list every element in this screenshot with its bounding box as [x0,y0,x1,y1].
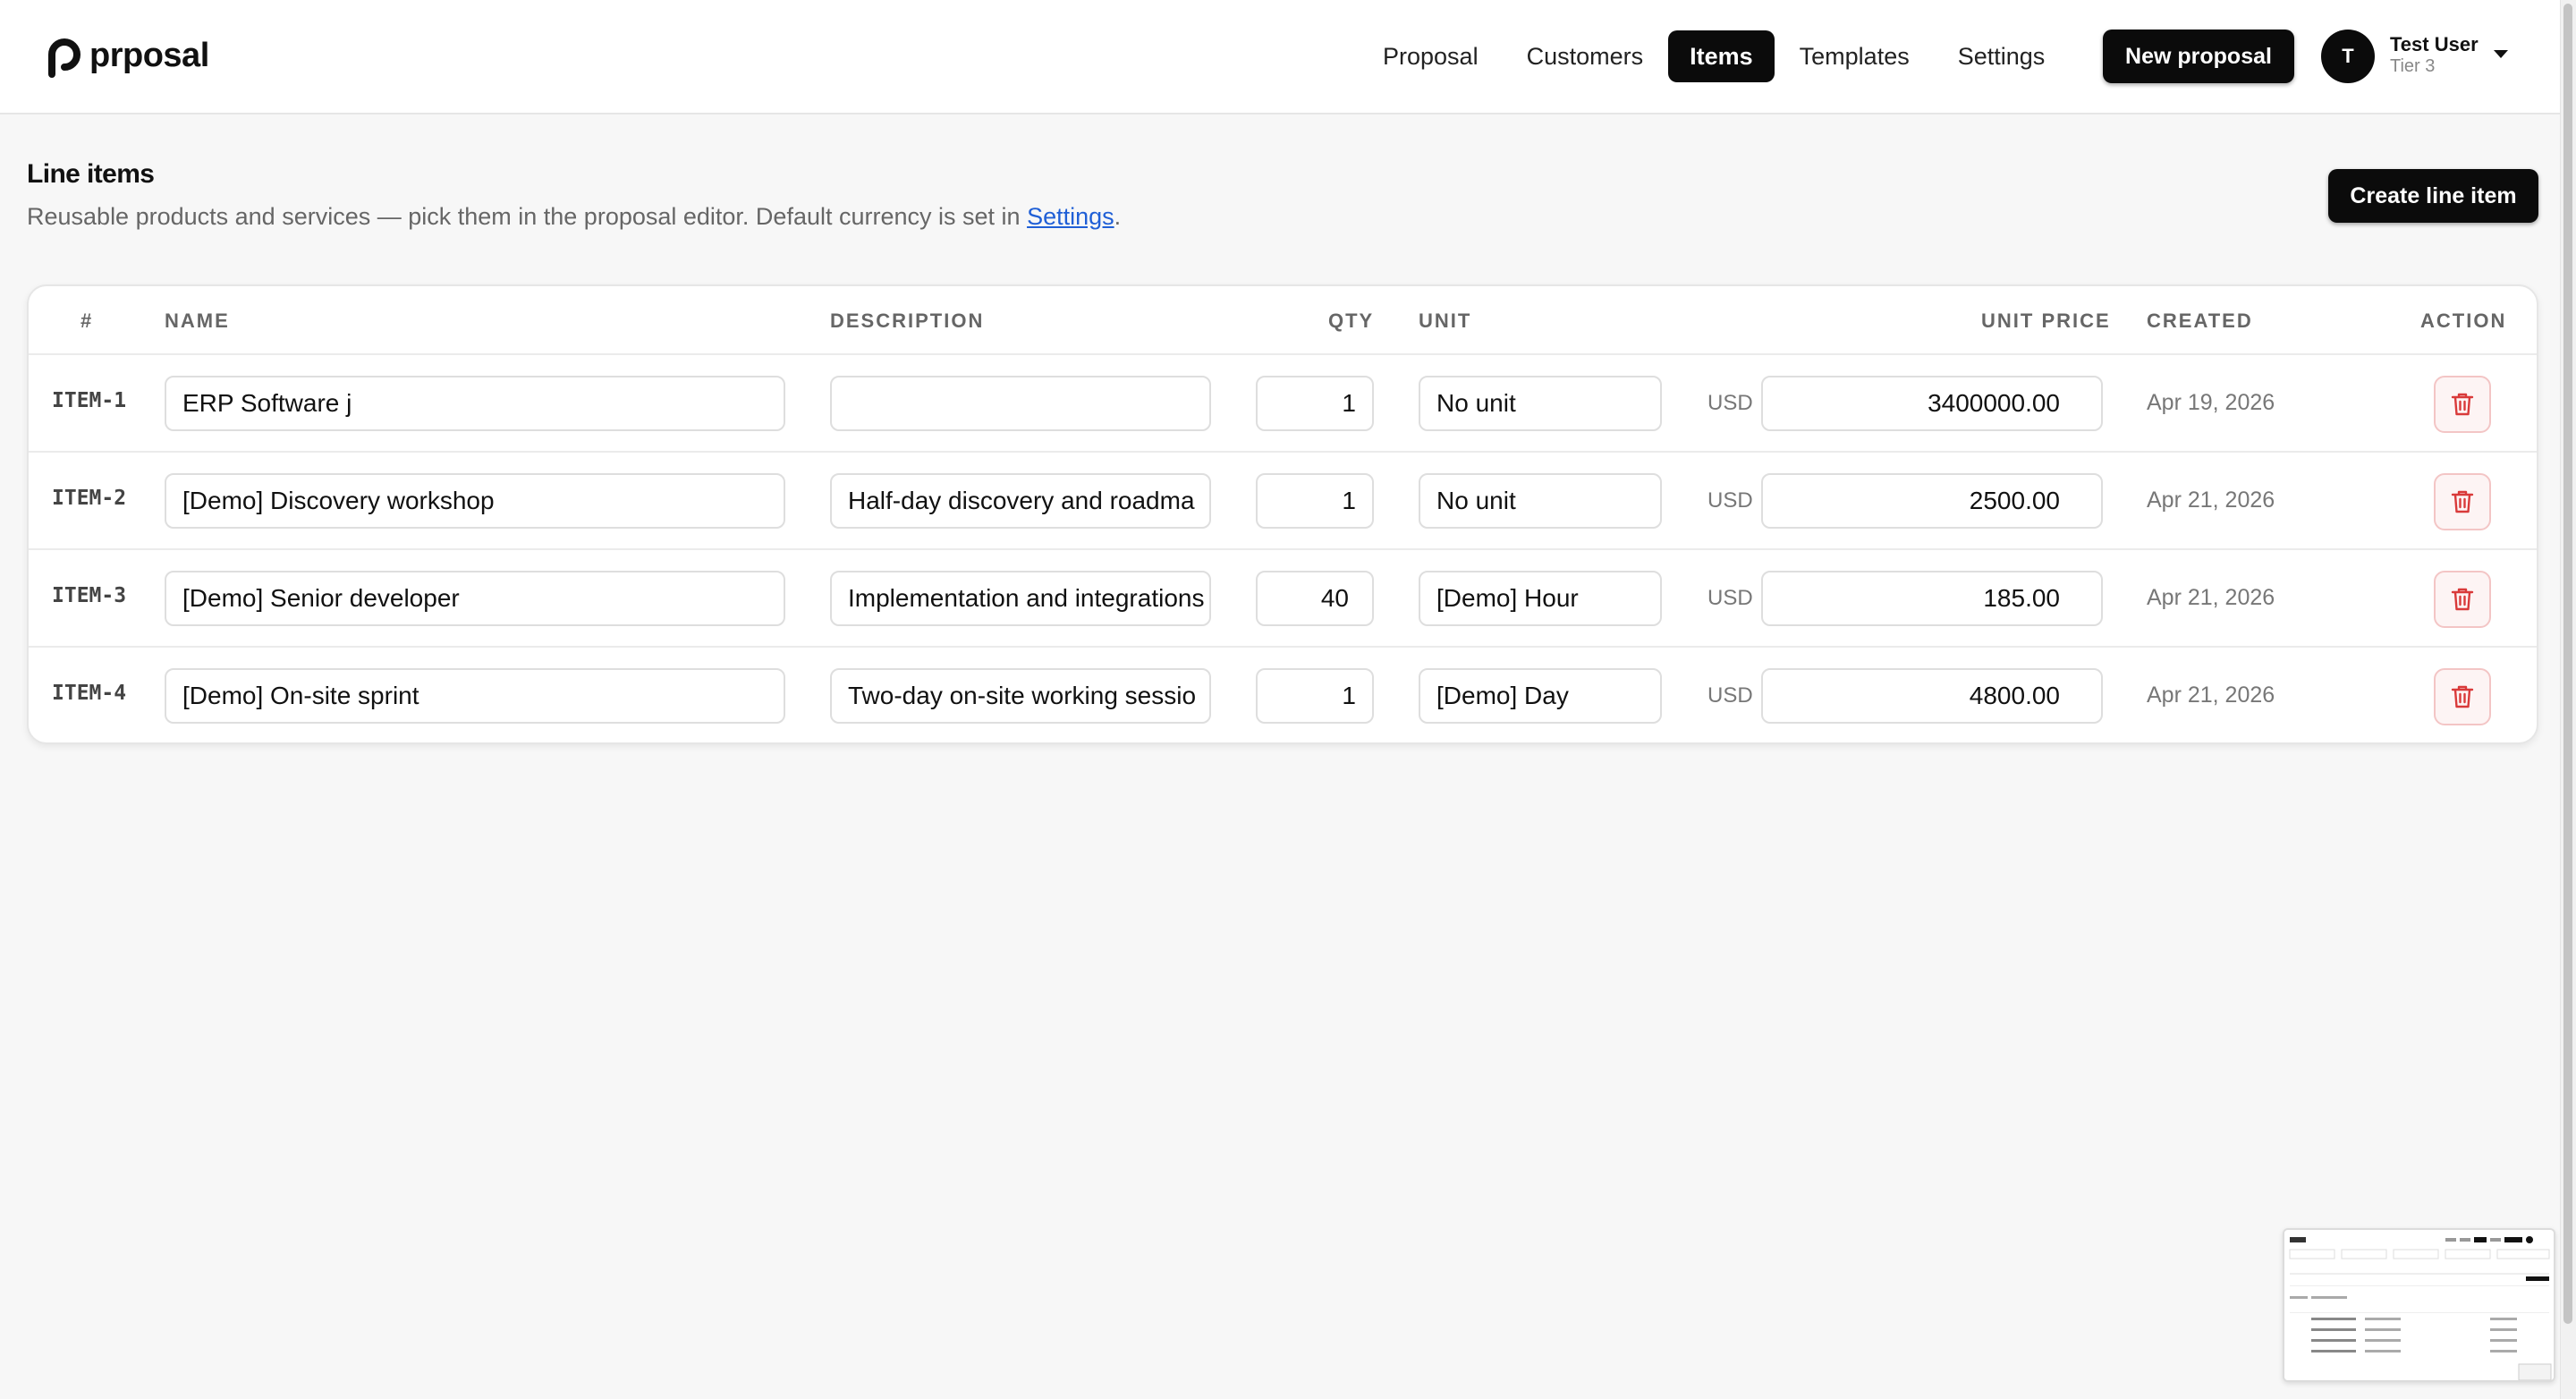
item-qty-input[interactable]: 1 [1256,668,1374,724]
settings-link[interactable]: Settings [1027,203,1114,230]
chevron-down-icon[interactable] [2494,50,2508,58]
item-created-date: Apr 21, 2026 [2147,488,2275,513]
trash-icon [2451,588,2474,611]
table-row: ITEM-3 [Demo] Senior developer Implement… [29,550,2537,648]
column-header-action: ACTION [2420,309,2507,332]
item-created-date: Apr 21, 2026 [2147,585,2275,610]
item-unit-price-input[interactable]: 185.00 [1761,571,2103,626]
item-id: ITEM-4 [52,682,127,705]
new-proposal-button[interactable]: New proposal [2103,30,2294,83]
column-header-description[interactable]: DESCRIPTION [830,308,984,335]
column-header-number: # [80,309,94,332]
currency-label: USD [1707,586,1753,610]
top-navigation-bar: prposal Proposal Customers Items Templat… [0,0,2560,114]
item-description-input[interactable]: Implementation and integrations [830,571,1211,626]
item-name-input[interactable]: [Demo] Senior developer [165,571,785,626]
nav-items[interactable]: Items [1668,30,1775,82]
main-nav: Proposal Customers Items Templates Setti… [1360,30,2070,83]
item-id: ITEM-3 [52,584,127,607]
item-created-date: Apr 21, 2026 [2147,683,2275,708]
avatar[interactable]: T [2321,30,2375,83]
item-qty-input[interactable]: 1 [1256,473,1374,529]
user-tier: Tier 3 [2390,56,2436,76]
trash-icon [2451,490,2474,513]
nav-settings[interactable]: Settings [1935,30,2069,82]
item-name-input[interactable]: [Demo] Discovery workshop [165,473,785,529]
currency-label: USD [1707,683,1753,708]
trash-icon [2451,685,2474,708]
nav-customers[interactable]: Customers [1504,30,1667,82]
item-unit-select[interactable]: [Demo] Day [1419,668,1662,724]
item-qty-input[interactable]: 1 [1256,376,1374,431]
item-name-input[interactable]: [Demo] On-site sprint [165,668,785,724]
item-description-input[interactable] [830,376,1211,431]
item-unit-price-input[interactable]: 4800.00 [1761,668,2103,724]
line-items-table: # NAME DESCRIPTION QTY UNIT UNIT PRICE C… [27,284,2538,744]
item-id: ITEM-2 [52,487,127,510]
page-title: Line items [27,159,155,189]
item-description-input[interactable]: Two-day on-site working sessio [830,668,1211,724]
page-scrollbar-thumb[interactable] [2563,4,2572,1324]
nav-templates[interactable]: Templates [1776,30,1933,82]
table-row: ITEM-2 [Demo] Discovery workshop Half-da… [29,453,2537,550]
user-name[interactable]: Test User [2390,33,2479,56]
column-header-created[interactable]: CREATED [2147,308,2253,335]
delete-item-button[interactable] [2434,473,2491,530]
item-qty-input[interactable]: 40 [1256,571,1374,626]
nav-proposal[interactable]: Proposal [1360,30,1502,82]
column-header-unit-price[interactable]: UNIT PRICE [1981,308,2111,335]
item-id: ITEM-1 [52,389,127,412]
brand-name: prposal [89,36,209,74]
table-row: ITEM-4 [Demo] On-site sprint Two-day on-… [29,648,2537,742]
delete-item-button[interactable] [2434,376,2491,433]
item-description-input[interactable]: Half-day discovery and roadma [830,473,1211,529]
column-header-unit[interactable]: UNIT [1419,308,1471,335]
page-subtitle-text: Reusable products and services — pick th… [27,203,1028,230]
page-subtitle-end: . [1114,203,1122,230]
minimap-preview-icon [2284,1230,2554,1380]
item-unit-select[interactable]: [Demo] Hour [1419,571,1662,626]
item-unit-price-input[interactable]: 2500.00 [1761,473,2103,529]
create-line-item-button[interactable]: Create line item [2328,169,2538,223]
trash-icon [2451,393,2474,416]
brand-logo[interactable]: prposal [41,32,209,79]
table-row: ITEM-1 ERP Software j 1 No unit USD 3400… [29,355,2537,453]
column-header-qty[interactable]: QTY [1328,308,1374,335]
currency-label: USD [1707,488,1753,513]
item-unit-price-input[interactable]: 3400000.00 [1761,376,2103,431]
delete-item-button[interactable] [2434,571,2491,628]
item-name-input[interactable]: ERP Software j [165,376,785,431]
item-created-date: Apr 19, 2026 [2147,390,2275,415]
prposal-logo-icon [48,38,80,78]
column-header-name[interactable]: NAME [165,308,230,335]
currency-label: USD [1707,391,1753,415]
page-minimap[interactable] [2283,1228,2555,1382]
item-unit-select[interactable]: No unit [1419,473,1662,529]
item-unit-select[interactable]: No unit [1419,376,1662,431]
delete-item-button[interactable] [2434,668,2491,725]
page-subtitle: Reusable products and services — pick th… [27,203,1121,231]
